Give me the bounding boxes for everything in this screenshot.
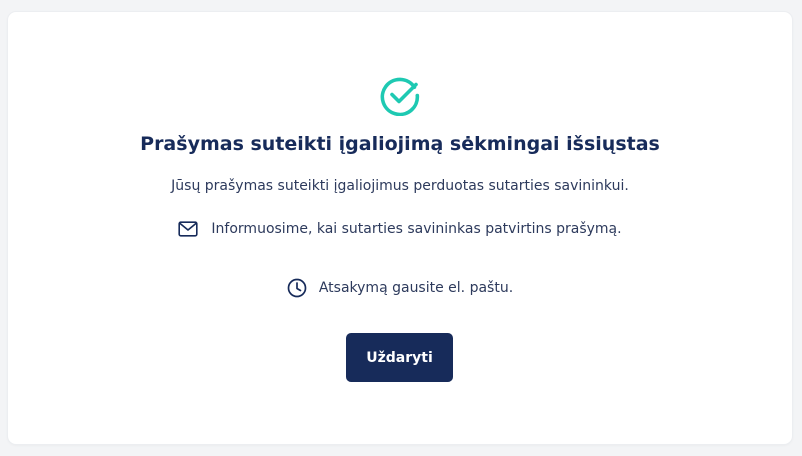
- check-circle-icon: [380, 77, 420, 116]
- mail-icon: [178, 221, 199, 237]
- close-button[interactable]: Uždaryti: [346, 333, 453, 382]
- info-row-response: Atsakymą gausite el. paštu.: [8, 278, 792, 298]
- info-text-response: Atsakymą gausite el. paštu.: [318, 280, 514, 296]
- success-dialog: Prašymas suteikti įgaliojimą sėkmingai i…: [8, 12, 792, 444]
- info-row-notification: Informuosime, kai sutarties savininkas p…: [8, 219, 792, 239]
- info-text-notification: Informuosime, kai sutarties savininkas p…: [211, 221, 622, 237]
- dialog-subtitle: Jūsų prašymas suteikti įgaliojimus perdu…: [171, 178, 629, 194]
- dialog-title: Prašymas suteikti įgaliojimą sėkmingai i…: [140, 133, 660, 155]
- clock-icon: [287, 278, 307, 298]
